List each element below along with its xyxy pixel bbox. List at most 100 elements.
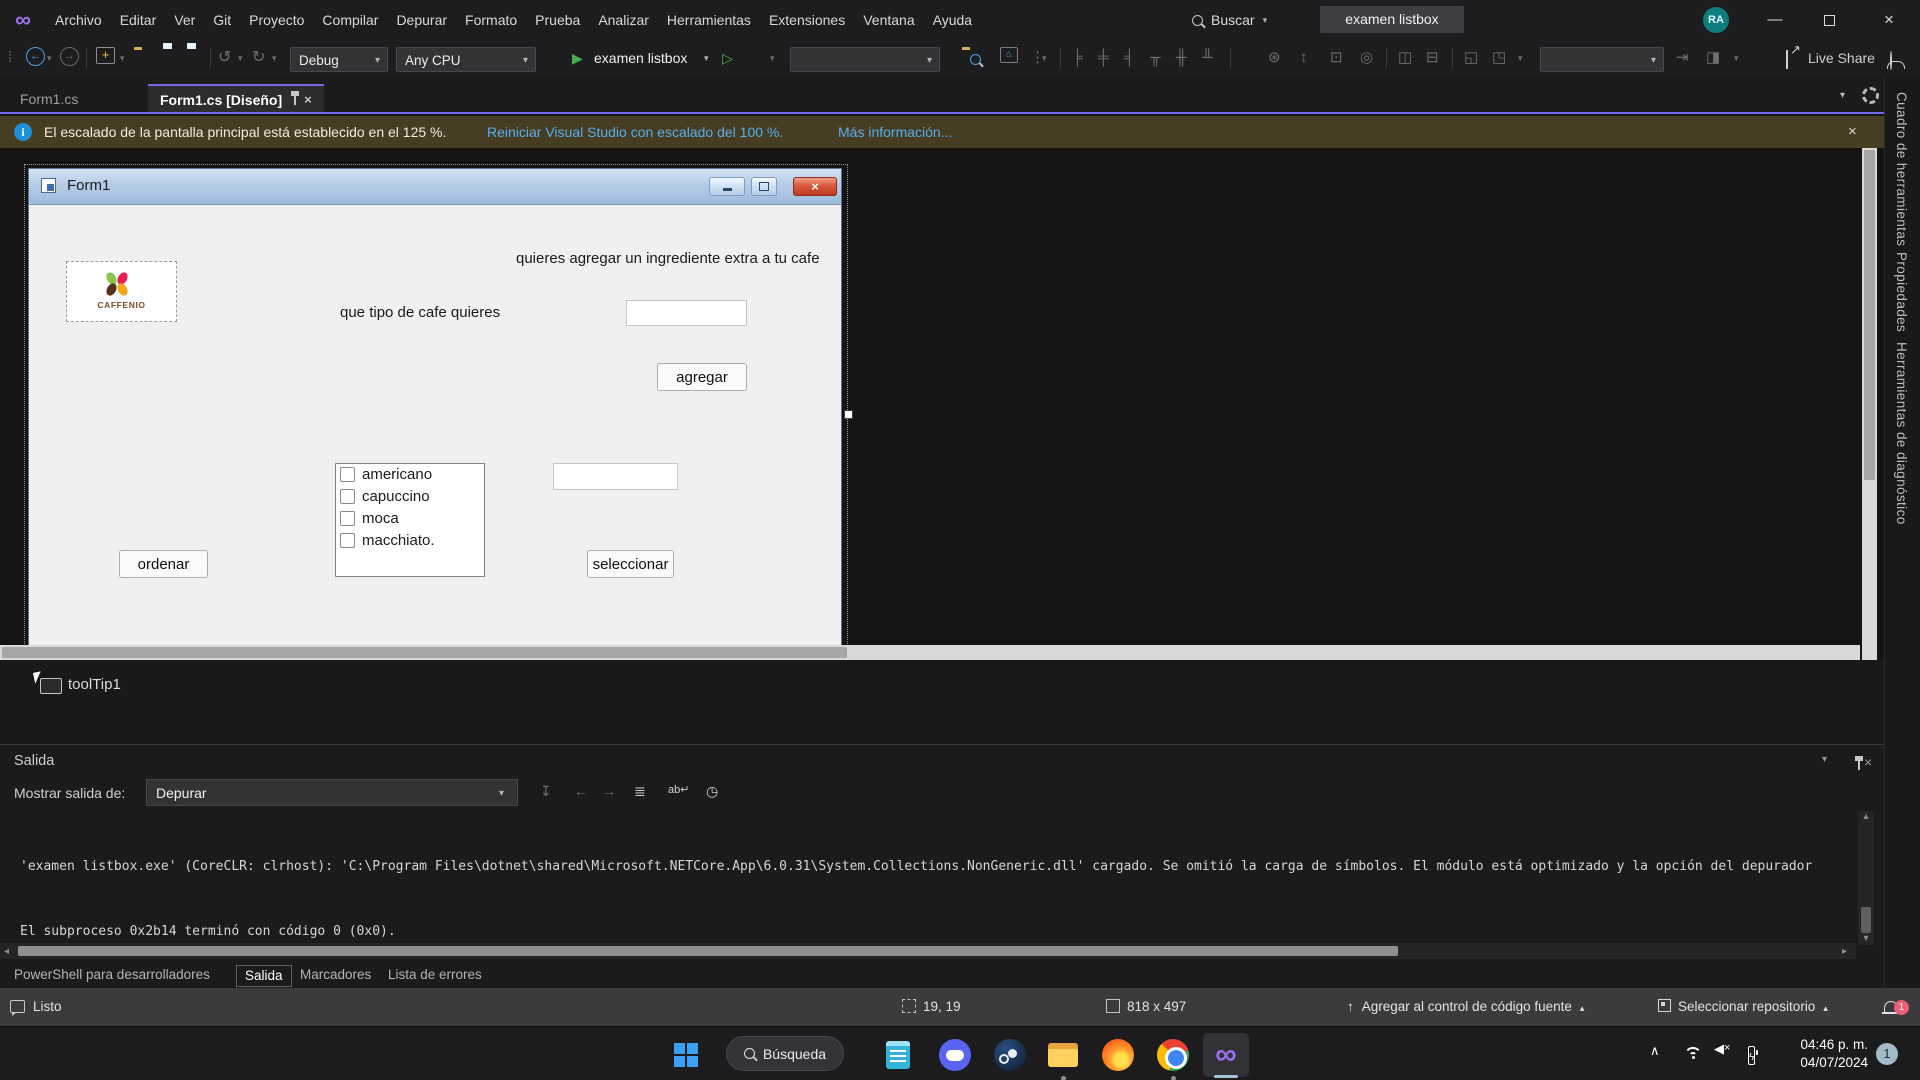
undo-caret[interactable]: ▾ <box>238 47 243 69</box>
taskbar-app-file-explorer-icon[interactable] <box>1043 1035 1083 1075</box>
form-close-button[interactable]: × <box>793 177 837 196</box>
tab-order-icon[interactable]: ⇥ <box>1676 47 1689 69</box>
picturebox-caffenio[interactable]: CAFFENIO <box>66 261 177 322</box>
redo-icon[interactable]: ↻ <box>252 47 265 69</box>
taskbar-app-steam-icon[interactable] <box>990 1035 1030 1075</box>
hot-reload-caret[interactable]: ▾ <box>770 47 775 69</box>
form-maximize-button[interactable] <box>751 177 777 196</box>
layout-caret[interactable]: ▾ <box>1518 47 1523 69</box>
button-ordenar[interactable]: ordenar <box>119 550 208 578</box>
menu-archivo[interactable]: Archivo <box>46 0 111 40</box>
navigate-back-icon[interactable]: ← <box>26 47 45 66</box>
configuration-dropdown[interactable]: Debug ▾ <box>290 47 388 72</box>
undo-icon[interactable]: ↺ <box>218 47 231 69</box>
align-tops-icon[interactable]: ╥ <box>1150 47 1161 69</box>
scroll-right-icon[interactable]: ▸ <box>1842 946 1847 957</box>
menu-ventana[interactable]: Ventana <box>854 0 923 40</box>
align-centers-icon[interactable]: ╪ <box>1098 47 1109 69</box>
tab-powershell[interactable]: PowerShell para desarrolladores <box>14 965 210 985</box>
debug-target-dropdown[interactable]: ▾ <box>790 47 940 72</box>
align-lefts-icon[interactable]: ╞ <box>1072 47 1083 69</box>
menu-git[interactable]: Git <box>204 0 240 40</box>
start-debug-icon[interactable]: ▶ <box>572 47 583 69</box>
scrollbar-thumb[interactable] <box>2 647 847 658</box>
list-item[interactable]: americano <box>336 464 484 486</box>
sidebar-tab-herramientas-diagnostico[interactable]: Herramientas de diagnóstico <box>1894 342 1909 525</box>
add-to-source-control-button[interactable]: ↑Agregar al control de código fuente▴ <box>1347 988 1584 1026</box>
make-same-width-icon[interactable]: ⊛ <box>1268 47 1281 69</box>
horizontal-spacing-icon[interactable]: ◫ <box>1398 47 1412 69</box>
tab-list-caret-icon[interactable]: ▾ <box>1840 90 1845 101</box>
solution-name-box[interactable]: examen listbox <box>1320 6 1464 33</box>
make-same-size-icon[interactable]: ⊡ <box>1330 47 1343 69</box>
visual-studio-logo-icon[interactable]: ∞ <box>0 0 46 40</box>
window-close-button[interactable]: × <box>1866 0 1912 40</box>
textbox-seleccion[interactable] <box>553 463 678 490</box>
notifications-button[interactable]: 1 <box>1884 988 1898 1026</box>
tab-marcadores[interactable]: Marcadores <box>300 965 371 985</box>
start-button[interactable] <box>666 1035 706 1075</box>
tab-form1-cs-diseno[interactable]: Form1.cs [Diseño] × <box>148 84 324 114</box>
toolbar-overflow-caret[interactable]: ▾ <box>1042 47 1047 69</box>
menu-ayuda[interactable]: Ayuda <box>924 0 981 40</box>
form-resize-handle[interactable] <box>844 410 853 419</box>
scroll-left-icon[interactable]: ◂ <box>4 946 9 957</box>
toolbar-options-caret[interactable]: ▾ <box>1734 47 1739 69</box>
form-minimize-button[interactable] <box>709 177 745 196</box>
new-project-icon[interactable]: + <box>96 47 115 64</box>
window-restore-button[interactable] <box>1806 0 1852 40</box>
user-avatar[interactable]: RA <box>1703 7 1729 33</box>
send-to-back-icon[interactable]: ◳ <box>1492 47 1506 69</box>
volume-muted-icon[interactable]: ◀× <box>1714 1041 1730 1057</box>
start-without-debug-icon[interactable]: ▷ <box>722 47 733 69</box>
vertical-spacing-icon[interactable]: ⊟ <box>1426 47 1439 69</box>
menu-herramientas[interactable]: Herramientas <box>658 0 760 40</box>
taskbar-app-firefox-icon[interactable] <box>1098 1035 1138 1075</box>
feedback-icon[interactable] <box>1890 52 1892 70</box>
secondary-dropdown[interactable]: ▾ <box>1540 47 1664 72</box>
new-project-caret[interactable]: ▾ <box>120 47 125 69</box>
select-repository-button[interactable]: Seleccionar repositorio▴ <box>1658 988 1828 1026</box>
checkbox-americano[interactable] <box>340 467 355 482</box>
menu-editar[interactable]: Editar <box>111 0 166 40</box>
solution-explorer-icon[interactable]: ⌂ <box>1000 47 1018 63</box>
output-horizontal-scrollbar[interactable]: ◂ ▸ <box>0 943 1856 959</box>
startup-project-label[interactable]: examen listbox <box>594 47 687 69</box>
form-title-bar[interactable]: Form1 × <box>29 169 841 205</box>
navigate-back-caret[interactable]: ▾ <box>47 47 52 69</box>
save-output-icon[interactable]: ↧ <box>540 783 552 800</box>
pin-icon[interactable] <box>294 96 296 105</box>
menu-formato[interactable]: Formato <box>456 0 526 40</box>
button-agregar[interactable]: agregar <box>657 363 747 391</box>
checkbox-capuccino[interactable] <box>340 489 355 504</box>
scrollbar-thumb[interactable] <box>1864 150 1875 480</box>
scrollbar-thumb[interactable] <box>1861 907 1871 933</box>
taskbar-app-visual-studio-icon[interactable]: ∞ <box>1206 1035 1246 1075</box>
size-to-grid-icon[interactable]: ◎ <box>1360 47 1373 69</box>
toolbar-grip[interactable]: ⁞ <box>8 47 12 69</box>
scroll-down-icon[interactable]: ▾ <box>1858 933 1874 944</box>
taskbar-search[interactable]: Búsqueda <box>726 1036 844 1071</box>
align-bottoms-icon[interactable]: ╨ <box>1202 47 1213 69</box>
bring-to-front-icon[interactable]: ◱ <box>1464 47 1478 69</box>
previous-message-icon[interactable]: ← <box>574 783 588 799</box>
output-source-dropdown[interactable]: Depurar ▾ <box>146 779 518 806</box>
menu-proyecto[interactable]: Proyecto <box>240 0 313 40</box>
navigate-forward-icon[interactable]: → <box>60 47 79 66</box>
infobar-restart-link[interactable]: Reiniciar Visual Studio con escalado del… <box>487 124 783 140</box>
timestamp-icon[interactable]: ◷ <box>706 783 718 800</box>
checkbox-moca[interactable] <box>340 511 355 526</box>
form-client-area[interactable]: CAFFENIO quieres agregar un ingrediente … <box>29 204 841 647</box>
tray-notification-badge[interactable]: 1 <box>1876 1043 1898 1065</box>
tab-form1-cs[interactable]: Form1.cs <box>4 84 94 114</box>
list-item[interactable]: moca <box>336 508 484 530</box>
taskbar-app-notepad-icon[interactable] <box>878 1035 918 1075</box>
designer-horizontal-scrollbar[interactable] <box>0 645 1860 660</box>
menu-compilar[interactable]: Compilar <box>313 0 387 40</box>
checkbox-macchiato[interactable] <box>340 533 355 548</box>
sidebar-tab-propiedades[interactable]: Propiedades <box>1894 252 1909 332</box>
make-same-height-icon[interactable]: ↕ <box>1300 47 1308 69</box>
tooltip-component-label[interactable]: toolTip1 <box>68 676 121 693</box>
design-form-window[interactable]: Form1 × CAFFENIO qui <box>28 168 842 646</box>
word-wrap-icon[interactable]: ab↵ <box>668 783 689 796</box>
